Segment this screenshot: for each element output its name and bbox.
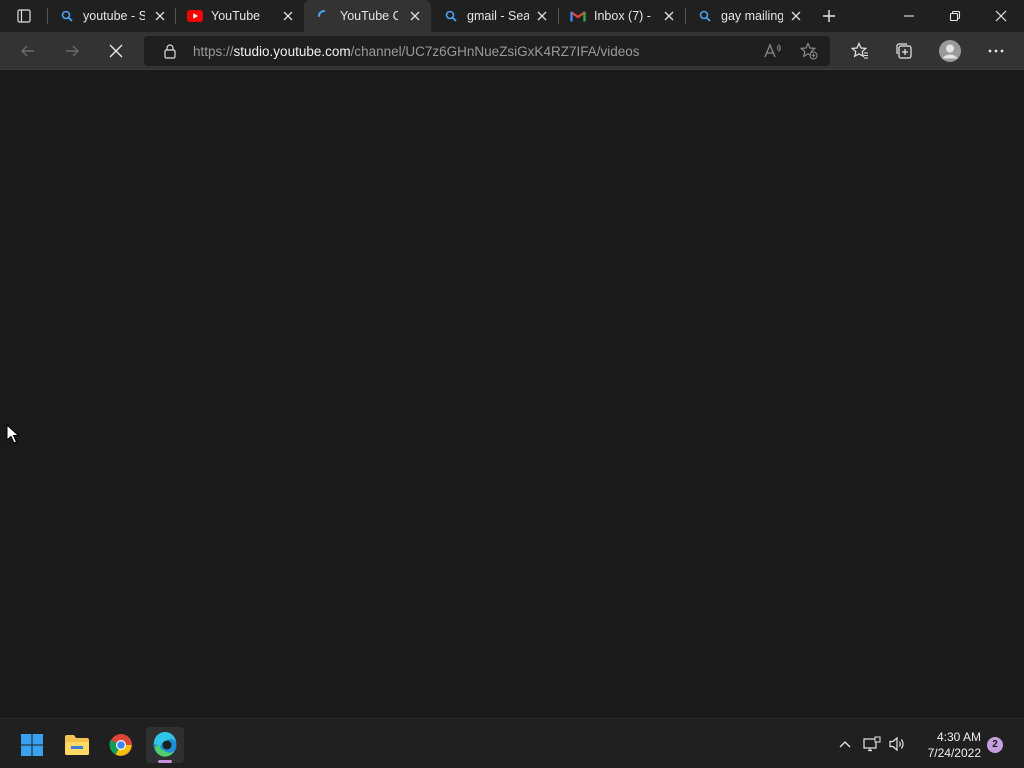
network-button[interactable] xyxy=(861,733,883,755)
collections-icon xyxy=(896,43,912,59)
restore-icon xyxy=(949,10,961,22)
tab-separator xyxy=(558,8,559,24)
network-icon xyxy=(863,736,881,752)
loading-spinner-icon xyxy=(316,8,332,24)
read-aloud-icon[interactable] xyxy=(764,42,782,60)
close-icon xyxy=(995,10,1007,22)
clock-time: 4:30 AM xyxy=(936,730,981,744)
url-text[interactable]: https://studio.youtube.com/channel/UC7z6… xyxy=(193,44,639,59)
file-explorer-icon xyxy=(65,735,89,755)
tab-actions-button[interactable] xyxy=(10,6,38,26)
page-content xyxy=(0,71,1024,718)
tab-mailing-search[interactable]: gay mailing xyxy=(685,0,812,32)
tab-title: YouTube xyxy=(211,9,261,23)
tab-title: gay mailing xyxy=(721,9,783,23)
minimize-icon xyxy=(904,15,914,17)
chrome-icon xyxy=(109,734,132,756)
browser-toolbar: https://studio.youtube.com/channel/UC7z6… xyxy=(0,32,1024,70)
restore-button[interactable] xyxy=(932,0,978,32)
chevron-up-icon xyxy=(839,741,851,748)
close-tab-icon[interactable] xyxy=(408,9,422,23)
close-tab-icon[interactable] xyxy=(662,9,676,23)
mouse-cursor-icon xyxy=(6,423,20,449)
forward-arrow-icon xyxy=(66,45,79,57)
close-tab-icon[interactable] xyxy=(153,9,167,23)
windows-start-button[interactable] xyxy=(13,727,51,763)
minimize-button[interactable] xyxy=(886,0,932,32)
notification-badge[interactable]: 2 xyxy=(987,737,1003,753)
speaker-icon xyxy=(889,736,904,752)
profile-avatar-icon xyxy=(939,40,961,62)
new-tab-button[interactable] xyxy=(818,6,840,26)
tab-title: YouTube C xyxy=(340,9,398,23)
forward-button[interactable] xyxy=(59,38,85,64)
close-window-button[interactable] xyxy=(978,0,1024,32)
close-tab-icon[interactable] xyxy=(535,9,549,23)
youtube-icon xyxy=(187,8,203,24)
tab-title: Inbox (7) - xyxy=(594,9,651,23)
tab-gmail-search[interactable]: gmail - Sea xyxy=(431,0,558,32)
chrome-button[interactable] xyxy=(102,727,140,763)
close-tab-icon[interactable] xyxy=(789,9,803,23)
url-scheme: https:// xyxy=(193,44,234,59)
close-icon xyxy=(109,44,123,58)
taskbar: 4:30 AM 7/24/2022 2 xyxy=(0,718,1024,768)
active-app-indicator xyxy=(158,760,172,763)
gmail-icon xyxy=(570,8,586,24)
volume-button[interactable] xyxy=(887,733,909,755)
back-arrow-icon xyxy=(21,45,34,57)
back-button[interactable] xyxy=(15,38,41,64)
clock-date: 7/24/2022 xyxy=(927,746,981,760)
tab-strip: youtube - S YouTube YouTube C gmail - Se… xyxy=(0,0,1024,32)
edge-icon xyxy=(153,732,177,757)
windows-start-icon xyxy=(21,734,43,756)
tab-separator xyxy=(175,8,176,24)
lock-icon[interactable] xyxy=(162,43,178,59)
plus-icon xyxy=(823,10,835,22)
favorites-button[interactable] xyxy=(847,38,873,64)
search-icon xyxy=(59,8,75,24)
show-hidden-icons-button[interactable] xyxy=(834,733,856,755)
settings-more-button[interactable] xyxy=(983,38,1009,64)
tab-separator xyxy=(685,8,686,24)
file-explorer-button[interactable] xyxy=(58,727,96,763)
close-tab-icon[interactable] xyxy=(281,9,295,23)
tab-separator xyxy=(47,8,48,24)
stop-loading-button[interactable] xyxy=(103,38,129,64)
more-options-icon xyxy=(988,49,1004,53)
collections-button[interactable] xyxy=(891,38,917,64)
url-host: studio.youtube.com xyxy=(233,44,351,59)
tab-title: youtube - S xyxy=(83,9,145,23)
system-clock[interactable]: 4:30 AM 7/24/2022 xyxy=(915,729,981,761)
profile-button[interactable] xyxy=(937,38,963,64)
tab-actions-icon xyxy=(17,9,31,23)
favorites-star-icon xyxy=(851,42,868,59)
tab-title: gmail - Sea xyxy=(467,9,529,23)
tab-youtube-studio[interactable]: YouTube C xyxy=(304,0,431,32)
add-favorite-icon[interactable] xyxy=(800,42,818,60)
tab-youtube[interactable]: YouTube xyxy=(175,0,303,32)
url-path: /channel/UC7z6GHnNueZsiGxK4RZ7IFA/videos xyxy=(350,44,640,59)
edge-button[interactable] xyxy=(146,727,184,763)
search-icon xyxy=(697,8,713,24)
search-icon xyxy=(443,8,459,24)
tab-gmail-inbox[interactable]: Inbox (7) - xyxy=(558,0,685,32)
address-bar[interactable]: https://studio.youtube.com/channel/UC7z6… xyxy=(144,36,830,66)
tab-youtube-search[interactable]: youtube - S xyxy=(47,0,175,32)
